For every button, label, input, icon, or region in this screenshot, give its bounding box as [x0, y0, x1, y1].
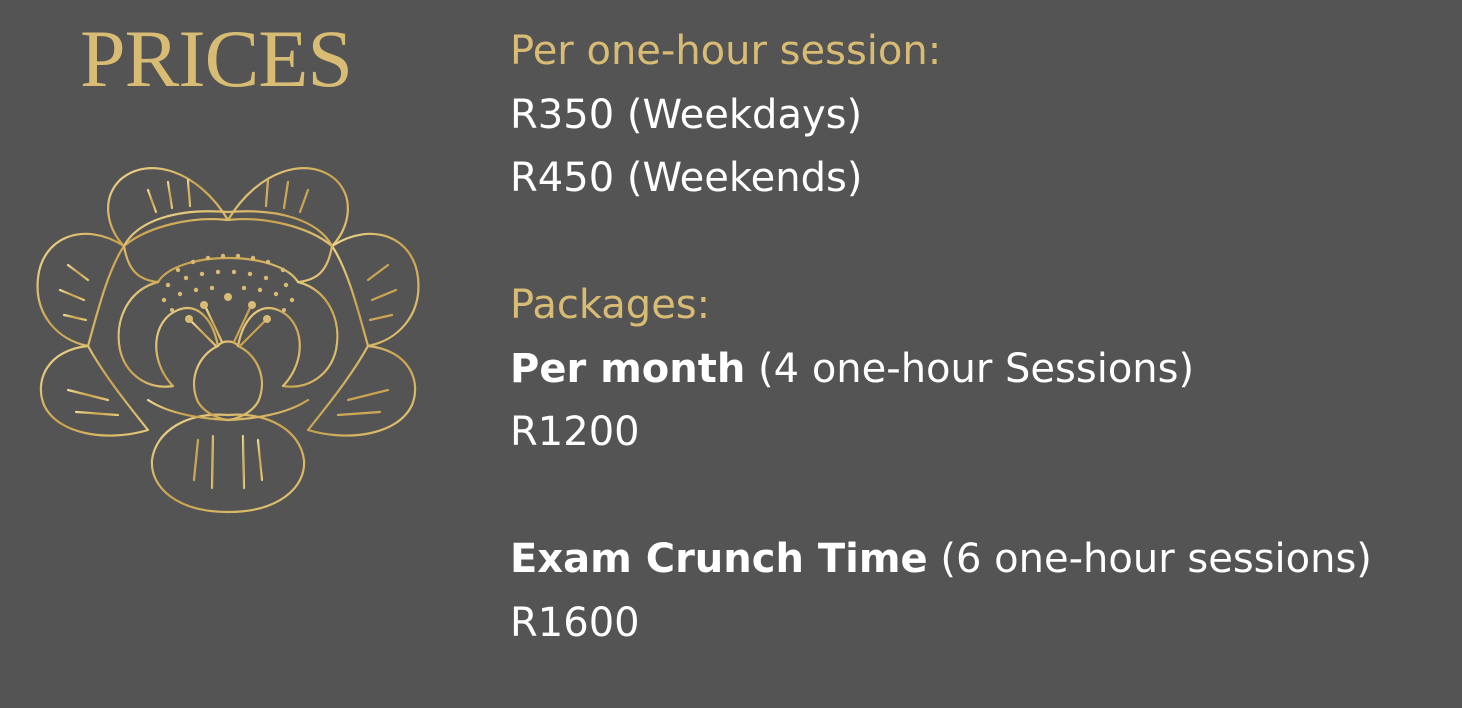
weekend-price: R450 (Weekends)	[510, 155, 863, 201]
exam-package-name: Exam Crunch Time	[510, 536, 928, 582]
packages-heading: Packages:	[510, 282, 711, 328]
exam-package-price: R1600	[510, 599, 640, 646]
monthly-package-detail: (4 one-hour Sessions)	[745, 345, 1195, 392]
page-title: PRICES	[80, 13, 353, 104]
exam-package: Exam Crunch Time (6 one-hour sessions)	[510, 528, 1372, 592]
monthly-package-name: Per month	[510, 345, 746, 392]
weekday-price: R350 (Weekdays)	[510, 91, 863, 138]
monthly-package-price: R1200	[510, 409, 640, 455]
exam-package-detail: (6 one-hour sessions)	[927, 536, 1372, 582]
session-heading: Per one-hour session:	[510, 28, 942, 74]
price-list: Per one-hour session: R350 (Weekdays) R4…	[510, 20, 1372, 655]
monthly-package: Per month (4 one-hour Sessions)	[510, 338, 1372, 402]
flower-icon	[36, 167, 420, 514]
